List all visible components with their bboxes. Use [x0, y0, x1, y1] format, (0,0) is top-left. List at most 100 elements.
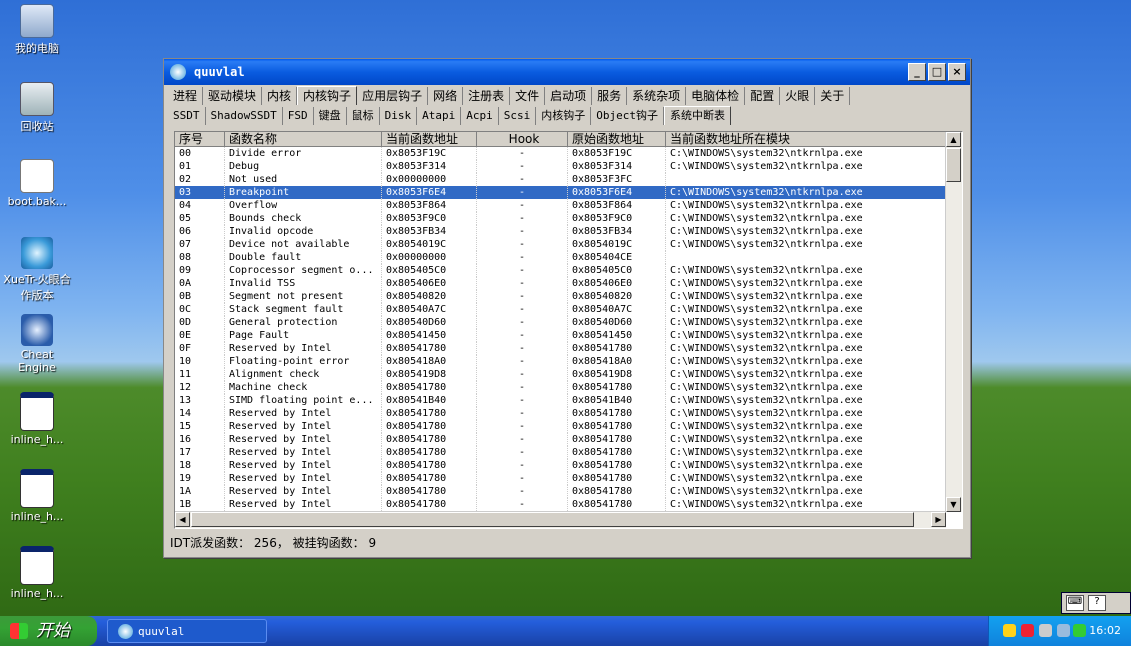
- h-scroll-thumb[interactable]: [191, 512, 914, 527]
- tab[interactable]: 网络: [428, 87, 464, 105]
- shield-icon[interactable]: [1003, 624, 1016, 637]
- table-cell: Not used: [225, 173, 382, 186]
- keyboard-icon[interactable]: ⌨: [1066, 595, 1084, 611]
- close-button[interactable]: ×: [948, 63, 966, 81]
- scroll-right-button[interactable]: ▶: [931, 512, 946, 527]
- table-cell: C:\WINDOWS\system32\ntkrnlpa.exe: [666, 264, 947, 277]
- scroll-up-button[interactable]: ▲: [946, 132, 961, 147]
- volume-icon[interactable]: [1057, 624, 1070, 637]
- tab[interactable]: FSD: [283, 107, 314, 125]
- table-row[interactable]: 19 Reserved by Intel 0x80541780-0x80541780…: [175, 472, 962, 485]
- table-row[interactable]: 14 Reserved by Intel 0x80541780-0x80541780…: [175, 407, 962, 420]
- table-row[interactable]: 1B Reserved by Intel 0x80541780-0x80541780…: [175, 498, 962, 511]
- table-row[interactable]: 12 Machine check 0x80541780-0x80541780 C:\W…: [175, 381, 962, 394]
- table-cell: C:\WINDOWS\system32\ntkrnlpa.exe: [666, 446, 947, 459]
- table-row[interactable]: 15 Reserved by Intel 0x80541780-0x80541780…: [175, 420, 962, 433]
- tab[interactable]: Scsi: [499, 107, 537, 125]
- table-cell: Reserved by Intel: [225, 420, 382, 433]
- tab[interactable]: 关于: [815, 87, 851, 105]
- table-row[interactable]: 0B Segment not present 0x80540820-0x805408…: [175, 290, 962, 303]
- column-header[interactable]: 当前函数地址所在模块: [666, 132, 947, 147]
- table-row[interactable]: 02 Not used 0x00000000-0x8053F3FC: [175, 173, 962, 186]
- tab[interactable]: 系统杂项: [627, 87, 687, 105]
- column-header[interactable]: 函数名称: [225, 132, 382, 147]
- update-icon[interactable]: [1073, 624, 1086, 637]
- taskbar-app-button[interactable]: quuvlal: [107, 619, 267, 643]
- table-row[interactable]: 09 Coprocessor segment o... 0x805405C0-0x8…: [175, 264, 962, 277]
- table-row[interactable]: 0F Reserved by Intel 0x80541780-0x80541780…: [175, 342, 962, 355]
- desktop-icon[interactable]: Cheat Engine: [2, 314, 72, 374]
- table-row[interactable]: 05 Bounds check 0x8053F9C0-0x8053F9C0 C:\WI…: [175, 212, 962, 225]
- table-row[interactable]: 0A Invalid TSS 0x805406E0-0x805406E0 C:\WIN…: [175, 277, 962, 290]
- tab[interactable]: 火眼: [780, 87, 816, 105]
- desktop-icon[interactable]: XueTr-火眼合作版本: [2, 237, 72, 303]
- vertical-scrollbar[interactable]: ▲ ▼: [945, 132, 962, 512]
- start-button[interactable]: 开始: [0, 616, 97, 646]
- table-row[interactable]: 0E Page Fault 0x80541450-0x80541450 C:\WIND…: [175, 329, 962, 342]
- tab[interactable]: 内核钩子: [536, 107, 592, 125]
- table-row[interactable]: 13 SIMD floating point e... 0x80541B40-0x8…: [175, 394, 962, 407]
- title-bar[interactable]: quuvlal _ □ ×: [164, 59, 970, 85]
- table-row[interactable]: 1A Reserved by Intel 0x80541780-0x80541780…: [175, 485, 962, 498]
- table-row[interactable]: 10 Floating-point error 0x805418A0-0x80541…: [175, 355, 962, 368]
- tab[interactable]: Disk: [380, 107, 418, 125]
- tab[interactable]: 键盘: [314, 107, 347, 125]
- horizontal-scrollbar[interactable]: ◀ ▶: [175, 511, 946, 528]
- table-row[interactable]: 17 Reserved by Intel 0x80541780-0x80541780…: [175, 446, 962, 459]
- tab[interactable]: 电脑体检: [686, 87, 746, 105]
- desktop-icon[interactable]: 我的电脑: [2, 4, 72, 56]
- tab[interactable]: 服务: [592, 87, 628, 105]
- tab[interactable]: 鼠标: [347, 107, 380, 125]
- scroll-thumb[interactable]: [946, 148, 961, 182]
- tab[interactable]: 注册表: [463, 87, 511, 105]
- column-header[interactable]: 序号: [175, 132, 225, 147]
- table-row[interactable]: 01 Debug 0x8053F314-0x8053F314 C:\WINDOWS\s…: [175, 160, 962, 173]
- tab[interactable]: 内核钩子: [297, 86, 358, 105]
- tab[interactable]: 文件: [510, 87, 546, 105]
- desktop-icon[interactable]: inline_h...: [2, 392, 72, 446]
- tab[interactable]: 启动项: [545, 87, 593, 105]
- table-row[interactable]: 06 Invalid opcode 0x8053FB34-0x8053FB34 C:\…: [175, 225, 962, 238]
- tab[interactable]: 驱动模块: [203, 87, 263, 105]
- tab[interactable]: 配置: [745, 87, 781, 105]
- tab[interactable]: 内核: [262, 87, 298, 105]
- tab[interactable]: Object钩子: [591, 107, 664, 125]
- maximize-button[interactable]: □: [928, 63, 946, 81]
- tab[interactable]: 应用层钩子: [357, 87, 429, 105]
- tab[interactable]: 进程: [168, 87, 204, 105]
- table-cell: Reserved by Intel: [225, 342, 382, 355]
- table-cell: -: [477, 381, 568, 394]
- table-row[interactable]: 0C Stack segment fault 0x80540A7C -0x80540A…: [175, 303, 962, 316]
- table-row[interactable]: 0D General protection 0x80540D60-0x80540D6…: [175, 316, 962, 329]
- table-row[interactable]: 11 Alignment check 0x805419D8-0x805419D8 C:…: [175, 368, 962, 381]
- language-bar[interactable]: ⌨ ?: [1061, 592, 1131, 614]
- column-header[interactable]: 当前函数地址: [382, 132, 477, 147]
- table-row[interactable]: 16 Reserved by Intel 0x80541780-0x80541780…: [175, 433, 962, 446]
- tab[interactable]: ShadowSSDT: [206, 107, 283, 125]
- scroll-left-button[interactable]: ◀: [175, 512, 190, 527]
- column-header[interactable]: 原始函数地址: [568, 132, 666, 147]
- security-icon[interactable]: [1021, 624, 1034, 637]
- tab[interactable]: Acpi: [461, 107, 499, 125]
- desktop-icon[interactable]: inline_h...: [2, 546, 72, 600]
- table-row[interactable]: 00 Divide error 0x8053F19C -0x8053F19C C:\WI…: [175, 147, 962, 160]
- tab[interactable]: Atapi: [417, 107, 462, 125]
- scroll-down-button[interactable]: ▼: [946, 497, 961, 512]
- table-cell: 0x8053F9C0: [568, 212, 666, 225]
- tab[interactable]: 系统中断表: [663, 106, 731, 125]
- table-row[interactable]: 03 Breakpoint 0x8053F6E4-0x8053F6E4 C:\WIND…: [175, 186, 962, 199]
- desktop-icon[interactable]: 回收站: [2, 82, 72, 134]
- help-icon[interactable]: ?: [1088, 595, 1106, 611]
- desktop-icon[interactable]: boot.bak...: [2, 159, 72, 208]
- minimize-button[interactable]: _: [908, 63, 926, 81]
- table-cell: SIMD floating point e...: [225, 394, 382, 407]
- desktop-icon[interactable]: inline_h...: [2, 469, 72, 523]
- table-row[interactable]: 07 Device not available 0x8054019C -0x80540…: [175, 238, 962, 251]
- table-cell: -: [477, 277, 568, 290]
- tab[interactable]: SSDT: [168, 107, 206, 125]
- table-row[interactable]: 18 Reserved by Intel 0x80541780-0x80541780…: [175, 459, 962, 472]
- column-header[interactable]: Hook: [477, 132, 568, 147]
- table-row[interactable]: 04 Overflow 0x8053F864-0x8053F864 C:\WINDOW…: [175, 199, 962, 212]
- table-row[interactable]: 08 Double fault 0x00000000-0x805404CE: [175, 251, 962, 264]
- network-icon[interactable]: [1039, 624, 1052, 637]
